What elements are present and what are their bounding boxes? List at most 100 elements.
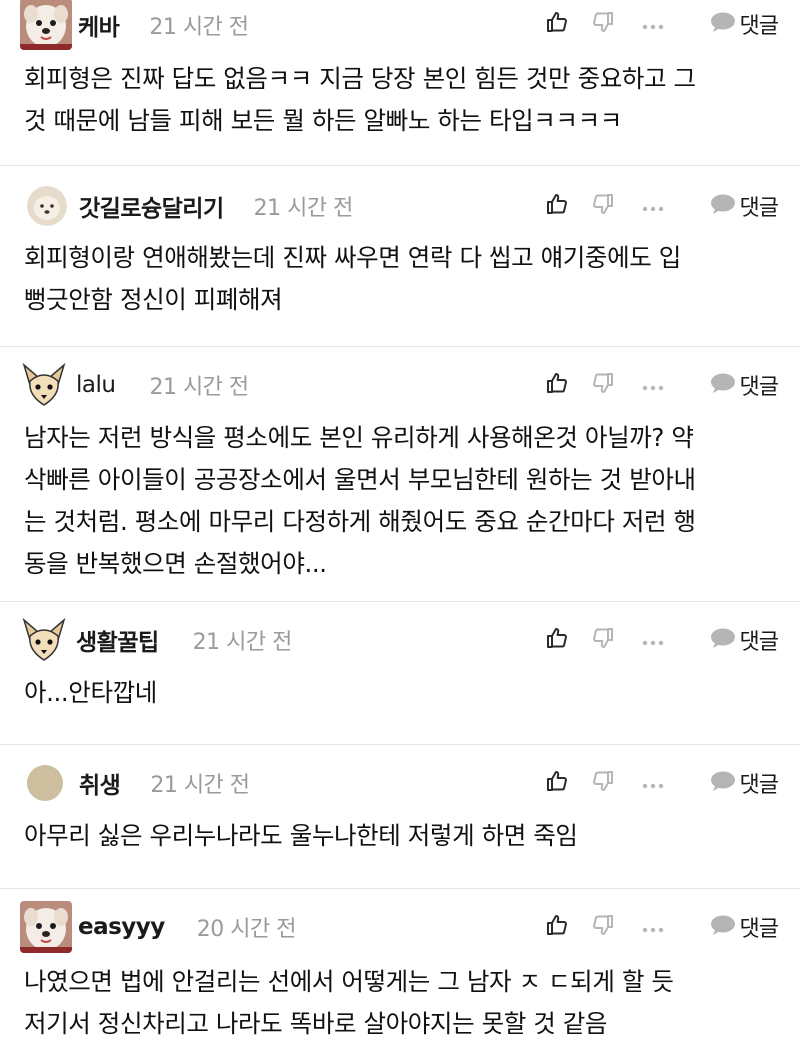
reply-button[interactable]: 댓글 bbox=[698, 190, 779, 222]
comment-header: 갓길로슝달리기 21 시간 전 댓글 bbox=[22, 182, 779, 230]
thumbs-down-icon bbox=[591, 10, 615, 38]
comment-body: 아...안타깝네 bbox=[22, 664, 778, 714]
comment-author[interactable]: 생활꿀팁 bbox=[76, 623, 159, 657]
comment-body: 아무리 싫은 우리누나라도 울누나한테 저렇게 하면 죽임 bbox=[22, 807, 778, 857]
comment-line: 것 때문에 남들 피해 보든 뭘 하든 알빠노 하는 타입ㅋㅋㅋㅋ bbox=[24, 106, 622, 135]
comment-body: 나였으면 법에 안걸리는 선에서 어떻게는 그 남자 ㅈ ㄷ되게 할 듯 저기서… bbox=[22, 951, 778, 1045]
thumbs-down-icon bbox=[591, 371, 615, 399]
comment-line: 회피형은 진짜 답도 없음ㅋㅋ 지금 당장 본인 힘든 것만 중요하고 그 bbox=[24, 64, 696, 93]
puppy-avatar[interactable] bbox=[27, 186, 67, 226]
more-dots-icon bbox=[642, 15, 664, 34]
dislike-button[interactable] bbox=[588, 371, 618, 399]
reply-button[interactable]: 댓글 bbox=[698, 911, 779, 943]
chihuahua-avatar[interactable] bbox=[20, 616, 68, 664]
thumbs-down-icon bbox=[591, 913, 615, 941]
comment-body: 회피형은 진짜 답도 없음ㅋㅋ 지금 당장 본인 힘든 것만 중요하고 그 것 … bbox=[22, 50, 778, 142]
comment-header: easyyy 20 시간 전 댓글 bbox=[20, 901, 779, 953]
comment-line: 회피형이랑 연애해봤는데 진짜 싸우면 연락 다 씹고 얘기중에도 입 bbox=[24, 243, 681, 272]
thumbs-down-icon bbox=[591, 192, 615, 220]
speech-bubble-icon bbox=[710, 372, 736, 398]
comment-line: 뻥긋안함 정신이 피폐해져 bbox=[24, 285, 283, 314]
more-dots-icon bbox=[642, 774, 664, 793]
like-button[interactable] bbox=[542, 192, 572, 220]
reply-label: 댓글 bbox=[739, 375, 779, 400]
comment-author[interactable]: lalu bbox=[76, 372, 116, 398]
comment-line: 삭빠른 아이들이 공공장소에서 울면서 부모님한테 원하는 것 받아내 bbox=[24, 465, 696, 494]
comment-header: 생활꿀팁 21 시간 전 댓글 bbox=[20, 616, 779, 664]
comment-time: 20 시간 전 bbox=[196, 917, 297, 942]
reply-label: 댓글 bbox=[739, 773, 779, 798]
more-dots-icon bbox=[642, 918, 664, 937]
reply-button[interactable]: 댓글 bbox=[698, 624, 779, 656]
speech-bubble-icon bbox=[710, 627, 736, 653]
comment-item: 취생 21 시간 전 댓글 아무리 싫은 우리누나라도 울누나한테 저렇게 하면… bbox=[0, 745, 800, 889]
like-button[interactable] bbox=[542, 626, 572, 654]
comment-line: 아무리 싫은 우리누나라도 울누나한테 저렇게 하면 죽임 bbox=[24, 821, 578, 850]
more-dots-icon bbox=[642, 631, 664, 650]
more-button[interactable] bbox=[638, 774, 668, 793]
speech-bubble-icon bbox=[710, 914, 736, 940]
reply-button[interactable]: 댓글 bbox=[698, 767, 779, 799]
thumbs-up-icon bbox=[545, 769, 569, 797]
comment-author[interactable]: easyyy bbox=[78, 914, 165, 940]
reply-button[interactable]: 댓글 bbox=[698, 369, 779, 401]
thumbs-up-icon bbox=[545, 192, 569, 220]
dog-photo-avatar[interactable] bbox=[20, 901, 72, 953]
like-button[interactable] bbox=[542, 10, 572, 38]
speech-bubble-icon bbox=[710, 11, 736, 37]
more-button[interactable] bbox=[638, 197, 668, 216]
dislike-button[interactable] bbox=[588, 769, 618, 797]
comment-time: 21 시간 전 bbox=[253, 196, 354, 221]
comment-item: 갓길로슝달리기 21 시간 전 댓글 회피형이랑 연애해봤는데 진짜 싸우면 연… bbox=[0, 166, 800, 347]
comment-body: 회피형이랑 연애해봤는데 진짜 싸우면 연락 다 씹고 얘기중에도 입 뻥긋안함… bbox=[22, 230, 778, 321]
reply-label: 댓글 bbox=[739, 917, 779, 942]
comment-line: 남자는 저런 방식을 평소에도 본인 유리하게 사용해온것 아닐까? 약 bbox=[24, 423, 694, 452]
comment-time: 21 시간 전 bbox=[149, 15, 249, 40]
reply-label: 댓글 bbox=[739, 630, 779, 655]
comment-author[interactable]: 취생 bbox=[79, 766, 121, 800]
comment-item: lalu 21 시간 전 댓글 남자는 저런 방식을 평소에도 본인 유리하게 … bbox=[0, 347, 800, 602]
thumbs-down-icon bbox=[591, 769, 615, 797]
comment-author[interactable]: 갓길로슝달리기 bbox=[79, 189, 224, 223]
dislike-button[interactable] bbox=[588, 626, 618, 654]
comment-line: 동을 반복했으면 손절했어야... bbox=[24, 549, 327, 578]
comment-time: 21 시간 전 bbox=[149, 375, 249, 400]
comment-body: 남자는 저런 방식을 평소에도 본인 유리하게 사용해온것 아닐까? 약 삭빠른… bbox=[22, 409, 778, 585]
comment-line: 나였으면 법에 안걸리는 선에서 어떻게는 그 남자 ㅈ ㄷ되게 할 듯 bbox=[24, 967, 674, 996]
more-button[interactable] bbox=[638, 15, 668, 34]
comment-header: 케바 21 시간 전 댓글 bbox=[20, 0, 779, 50]
more-button[interactable] bbox=[638, 376, 668, 395]
comment-item: 케바 21 시간 전 댓글 회피형은 진짜 답도 없음ㅋㅋ 지금 당장 본인 힘… bbox=[0, 0, 800, 166]
comment-time: 21 시간 전 bbox=[150, 773, 250, 798]
reply-button[interactable]: 댓글 bbox=[698, 8, 779, 40]
thumbs-up-icon bbox=[545, 371, 569, 399]
reply-label: 댓글 bbox=[739, 196, 779, 221]
chihuahua-avatar[interactable] bbox=[20, 361, 68, 409]
thumbs-up-icon bbox=[545, 626, 569, 654]
like-button[interactable] bbox=[542, 371, 572, 399]
speech-bubble-icon bbox=[710, 770, 736, 796]
comment-header: lalu 21 시간 전 댓글 bbox=[20, 361, 779, 409]
comment-time: 21 시간 전 bbox=[192, 630, 293, 655]
dislike-button[interactable] bbox=[588, 10, 618, 38]
dislike-button[interactable] bbox=[588, 913, 618, 941]
thumbs-up-icon bbox=[545, 10, 569, 38]
thumbs-down-icon bbox=[591, 626, 615, 654]
comment-line: 저기서 정신차리고 나라도 똑바로 살아야지는 못할 것 같음 bbox=[24, 1009, 608, 1038]
comment-line: 는 것처럼. 평소에 마무리 다정하게 해줬어도 중요 순간마다 저런 행 bbox=[24, 507, 696, 536]
dog-photo-avatar[interactable] bbox=[20, 0, 72, 50]
more-dots-icon bbox=[642, 197, 664, 216]
like-button[interactable] bbox=[542, 913, 572, 941]
comment-header: 취생 21 시간 전 댓글 bbox=[22, 759, 779, 807]
thumbs-up-icon bbox=[545, 913, 569, 941]
comment-author[interactable]: 케바 bbox=[78, 8, 120, 42]
dislike-button[interactable] bbox=[588, 192, 618, 220]
speech-bubble-icon bbox=[710, 193, 736, 219]
more-button[interactable] bbox=[638, 631, 668, 650]
comment-item: 생활꿀팁 21 시간 전 댓글 아...안타깝네 bbox=[0, 602, 800, 745]
beige-circle-avatar[interactable] bbox=[27, 765, 63, 801]
more-button[interactable] bbox=[638, 918, 668, 937]
like-button[interactable] bbox=[542, 769, 572, 797]
reply-label: 댓글 bbox=[739, 14, 779, 39]
comment-line: 아...안타깝네 bbox=[24, 678, 157, 707]
